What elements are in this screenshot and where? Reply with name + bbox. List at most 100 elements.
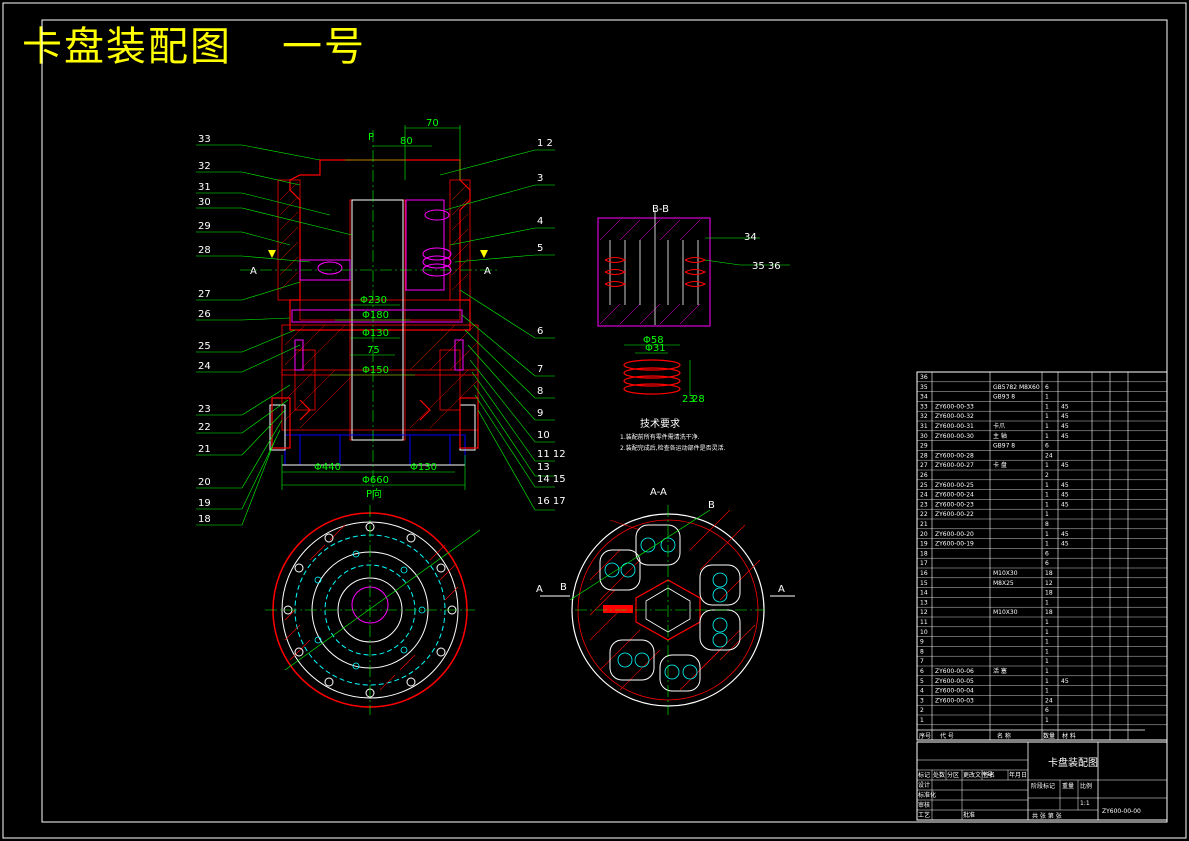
title-block-drawing-number: ZY600-00-00 bbox=[1102, 808, 1141, 815]
table-cell: 45 bbox=[1061, 403, 1069, 410]
table-cell: 活 塞 bbox=[993, 667, 1007, 675]
table-cell: 13 bbox=[920, 599, 928, 606]
table-cell: 1 bbox=[1045, 717, 1049, 724]
title-block-label: 设计 bbox=[918, 781, 930, 789]
dim-180: Φ180 bbox=[362, 310, 389, 321]
dim-230: Φ230 bbox=[360, 295, 387, 306]
table-cell: ZY600-00-04 bbox=[935, 688, 974, 695]
table-cell: 17 bbox=[920, 560, 928, 567]
callout-4: 4 bbox=[537, 216, 543, 227]
title-block-label: 处数 bbox=[933, 771, 945, 779]
table-cell: 24 bbox=[1045, 452, 1053, 459]
table-cell: 45 bbox=[1061, 413, 1069, 420]
table-cell: ZY600-00-31 bbox=[935, 423, 974, 430]
table-cell: 31 bbox=[920, 423, 928, 430]
table-cell: M8X25 bbox=[993, 580, 1014, 587]
callout-22: 22 bbox=[198, 422, 211, 433]
table-cell: 1 bbox=[1045, 639, 1049, 646]
table-cell: 1 bbox=[1045, 511, 1049, 518]
table-cell: 12 bbox=[1045, 580, 1053, 587]
table-cell: 45 bbox=[1061, 423, 1069, 430]
callout-16-17: 16 17 bbox=[537, 496, 566, 507]
table-cell: GB97 8 bbox=[993, 443, 1015, 450]
section-a-right: A bbox=[484, 266, 491, 277]
table-cell: 24 bbox=[1045, 697, 1053, 704]
table-cell: ZY600-00-33 bbox=[935, 403, 974, 410]
table-cell: 4 bbox=[920, 688, 924, 695]
section-a-left: A bbox=[250, 266, 257, 277]
dim-80: 80 bbox=[400, 136, 413, 147]
table-cell: 1 bbox=[1045, 501, 1049, 508]
table-cell: 11 bbox=[920, 619, 928, 626]
table-cell: M10X30 bbox=[993, 570, 1018, 577]
table-cell: 主 轴 bbox=[993, 432, 1007, 440]
callout-30: 30 bbox=[198, 197, 211, 208]
view-p-label: P向 bbox=[366, 487, 382, 500]
callout-28: 28 bbox=[198, 245, 211, 256]
drawing-sheet: 卡盘装配图 一号 70 80 Φ230 Φ180 Φ130 75 Φ150 Φ4… bbox=[0, 0, 1189, 841]
table-cell: 1 bbox=[1045, 619, 1049, 626]
title-block-label: 标记 bbox=[918, 771, 930, 779]
callout-13: 13 bbox=[537, 462, 550, 473]
table-cell: 45 bbox=[1061, 433, 1069, 440]
callout-24: 24 bbox=[198, 361, 211, 372]
title-block-name: 卡盘装配图 bbox=[1048, 756, 1098, 769]
dim-70: 70 bbox=[426, 118, 439, 129]
table-cell: 30 bbox=[920, 433, 928, 440]
title-block-label: 分区 bbox=[947, 771, 959, 779]
title-block-label: 签名 bbox=[983, 771, 995, 779]
table-cell: 35 bbox=[920, 384, 928, 391]
table-cell: ZY600-00-23 bbox=[935, 501, 974, 508]
callout-6: 6 bbox=[537, 326, 543, 337]
table-cell: 1 bbox=[1045, 482, 1049, 489]
tech-line-2: 2.装配完成后,检查各运动部件是否灵活. bbox=[620, 444, 726, 452]
table-cell: ZY600-00-20 bbox=[935, 531, 974, 538]
section-b-top: B bbox=[708, 500, 715, 511]
table-cell: 6 bbox=[1045, 384, 1049, 391]
callout-27: 27 bbox=[198, 289, 211, 300]
table-header-cell: 名 称 bbox=[997, 732, 1011, 740]
table-cell: 22 bbox=[920, 511, 928, 518]
dim-75: 75 bbox=[367, 345, 380, 356]
table-cell: 2 bbox=[920, 707, 924, 714]
table-cell: 8 bbox=[1045, 521, 1049, 528]
table-cell: 1 bbox=[1045, 541, 1049, 548]
table-cell: 卡 盘 bbox=[993, 461, 1007, 469]
dim-130: Φ130 bbox=[362, 328, 389, 339]
table-cell: 45 bbox=[1061, 492, 1069, 499]
tech-line-1: 1.装配前所有零件需清洗干净. bbox=[620, 433, 700, 441]
callout-34: 34 bbox=[744, 232, 757, 243]
dim-130b: Φ130 bbox=[410, 462, 437, 473]
callouts-right: 1 2 3 4 5 6 7 8 9 10 11 12 13 14 15 16 1… bbox=[537, 138, 566, 507]
table-cell: 6 bbox=[920, 668, 924, 675]
table-cell: M10X30 bbox=[993, 609, 1018, 616]
callout-31: 31 bbox=[198, 182, 211, 193]
table-cell: 1 bbox=[1045, 394, 1049, 401]
callout-7: 7 bbox=[537, 364, 543, 375]
title-block-label: 标准化 bbox=[918, 791, 936, 799]
table-cell: 7 bbox=[920, 658, 924, 665]
table-cell: 33 bbox=[920, 403, 928, 410]
table-cell: ZY600-00-32 bbox=[935, 413, 974, 420]
table-cell: 1 bbox=[1045, 648, 1049, 655]
title-block-label: 审核 bbox=[918, 801, 930, 809]
table-cell: 2 bbox=[1045, 472, 1049, 479]
table-cell: 19 bbox=[920, 541, 928, 548]
table-cell: 36 bbox=[920, 374, 928, 381]
table-cell: ZY600-00-30 bbox=[935, 433, 974, 440]
table-cell: GB5782 M8X60 bbox=[993, 384, 1040, 391]
callout-33: 33 bbox=[198, 134, 211, 145]
table-cell: 45 bbox=[1061, 501, 1069, 508]
section-b-left: B bbox=[560, 582, 567, 593]
table-cell: 1 bbox=[1045, 531, 1049, 538]
title-block-label: 年月日 bbox=[1009, 771, 1027, 779]
table-cell: 27 bbox=[920, 462, 928, 469]
table-cell: 15 bbox=[920, 580, 928, 587]
table-cell: 20 bbox=[920, 531, 928, 538]
callout-25: 25 bbox=[198, 341, 211, 352]
callout-1-2: 1 2 bbox=[537, 138, 553, 149]
table-cell: ZY600-00-03 bbox=[935, 697, 974, 704]
dim-h2: 28 bbox=[692, 394, 705, 405]
table-cell: ZY600-00-06 bbox=[935, 668, 974, 675]
table-cell: 45 bbox=[1061, 541, 1069, 548]
